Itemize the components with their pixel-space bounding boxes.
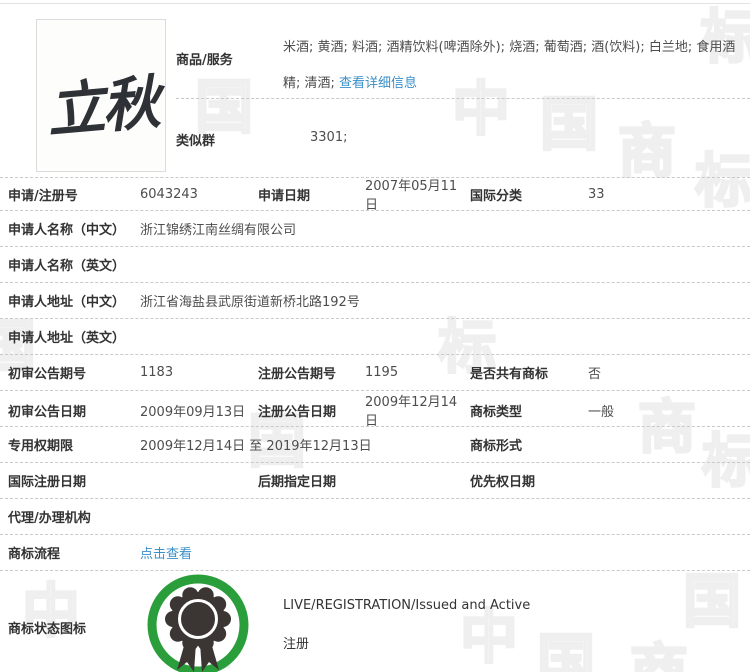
application-date-value: 2007年05月11日	[365, 179, 458, 213]
status-text-cn: 注册	[283, 637, 310, 652]
row-label: 商标形式	[470, 439, 523, 454]
prelim-gazette-date-value: 2009年09月13日	[140, 404, 246, 420]
row-label: 商标流程	[8, 547, 61, 562]
application-number-value: 6043243	[140, 186, 198, 202]
shared-mark-value: 否	[588, 367, 602, 382]
mark-type-value: 一般	[588, 404, 615, 420]
registration-active-badge-icon	[147, 574, 249, 672]
table-row-mark-process: 商标流程 点击查看	[0, 535, 750, 571]
table-row-applicant-name-cn: 申请人名称（中文） 浙江锦绣江南丝绸有限公司	[0, 211, 750, 247]
similar-group-value: 3301;	[310, 130, 348, 145]
row-label: 专用权期限	[8, 439, 74, 454]
table-row-intl-dates: 国际注册日期 后期指定日期 优先权日期	[0, 463, 750, 499]
row-label: 是否共有商标	[470, 367, 549, 382]
table-row-agency: 代理/办理机构	[0, 499, 750, 535]
reg-gazette-no-value: 1195	[365, 365, 399, 380]
row-label: 初审公告期号	[8, 367, 87, 382]
table-row-application-number: 申请/注册号 6043243 申请日期 2007年05月11日 国际分类 33	[0, 175, 750, 213]
row-label: 申请/注册号	[8, 188, 78, 204]
row-label: 注册公告日期	[258, 404, 337, 420]
row-label: 后期指定日期	[258, 475, 337, 490]
prelim-gazette-no-value: 1183	[140, 365, 174, 380]
row-label: 申请人名称（中文）	[8, 223, 126, 238]
table-row-gazette-dates: 初审公告日期 2009年09月13日 注册公告日期 2009年12月14日 商标…	[0, 391, 750, 429]
trademark-detail-page: 标国中国商标国标国商标中国中国国商 立秋 商品/服务 米酒; 黄酒; 料酒; 酒…	[0, 0, 750, 672]
reg-gazette-date-value: 2009年12月14日	[365, 395, 458, 429]
table-row-applicant-address-en: 申请人地址（英文）	[0, 319, 750, 355]
goods-services-value: 米酒; 黄酒; 料酒; 酒精饮料(啤酒除外); 烧酒; 葡萄酒; 酒(饮料); …	[283, 30, 745, 102]
row-label: 商标类型	[470, 404, 523, 420]
row-label: 申请人名称（英文）	[8, 259, 126, 274]
top-section: 立秋 商品/服务 米酒; 黄酒; 料酒; 酒精饮料(啤酒除外); 烧酒; 葡萄酒…	[0, 3, 750, 178]
view-details-link[interactable]: 查看详细信息	[339, 76, 417, 91]
row-label: 申请日期	[258, 188, 311, 204]
intl-class-value: 33	[588, 186, 605, 202]
row-label: 商标状态图标	[8, 622, 87, 637]
row-label: 国际注册日期	[8, 475, 87, 490]
row-label: 注册公告期号	[258, 367, 337, 382]
row-label: 代理/办理机构	[8, 511, 91, 526]
row-divider	[176, 98, 750, 99]
exclusive-period-value: 2009年12月14日 至 2019年12月13日	[140, 439, 372, 454]
table-row-gazette-numbers: 初审公告期号 1183 注册公告期号 1195 是否共有商标 否	[0, 355, 750, 391]
row-label: 申请人地址（英文）	[8, 331, 126, 346]
table-row-applicant-address-cn: 申请人地址（中文） 浙江省海盐县武原街道新桥北路192号	[0, 283, 750, 319]
row-label: 国际分类	[470, 188, 523, 204]
table-row-mark-status: 商标状态图标 LIVE/REGISTRATION/Issued and Acti…	[0, 571, 750, 672]
applicant-address-cn-value: 浙江省海盐县武原街道新桥北路192号	[140, 295, 360, 310]
status-text-en: LIVE/REGISTRATION/Issued and Active	[283, 598, 531, 613]
table-row-applicant-name-en: 申请人名称（英文）	[0, 247, 750, 283]
applicant-name-cn-value: 浙江锦绣江南丝绸有限公司	[140, 223, 297, 238]
row-label: 初审公告日期	[8, 404, 87, 420]
goods-services-label: 商品/服务	[176, 53, 233, 68]
trademark-image: 立秋	[36, 19, 166, 172]
click-view-link[interactable]: 点击查看	[140, 543, 470, 562]
detail-rows: 申请/注册号 6043243 申请日期 2007年05月11日 国际分类 33 …	[0, 175, 750, 571]
table-row-exclusive-period: 专用权期限 2009年12月14日 至 2019年12月13日 商标形式	[0, 427, 750, 463]
row-label: 优先权日期	[470, 475, 536, 490]
row-label: 申请人地址（中文）	[8, 295, 126, 310]
similar-group-label: 类似群	[176, 134, 216, 149]
trademark-calligraphy: 立秋	[44, 67, 160, 146]
